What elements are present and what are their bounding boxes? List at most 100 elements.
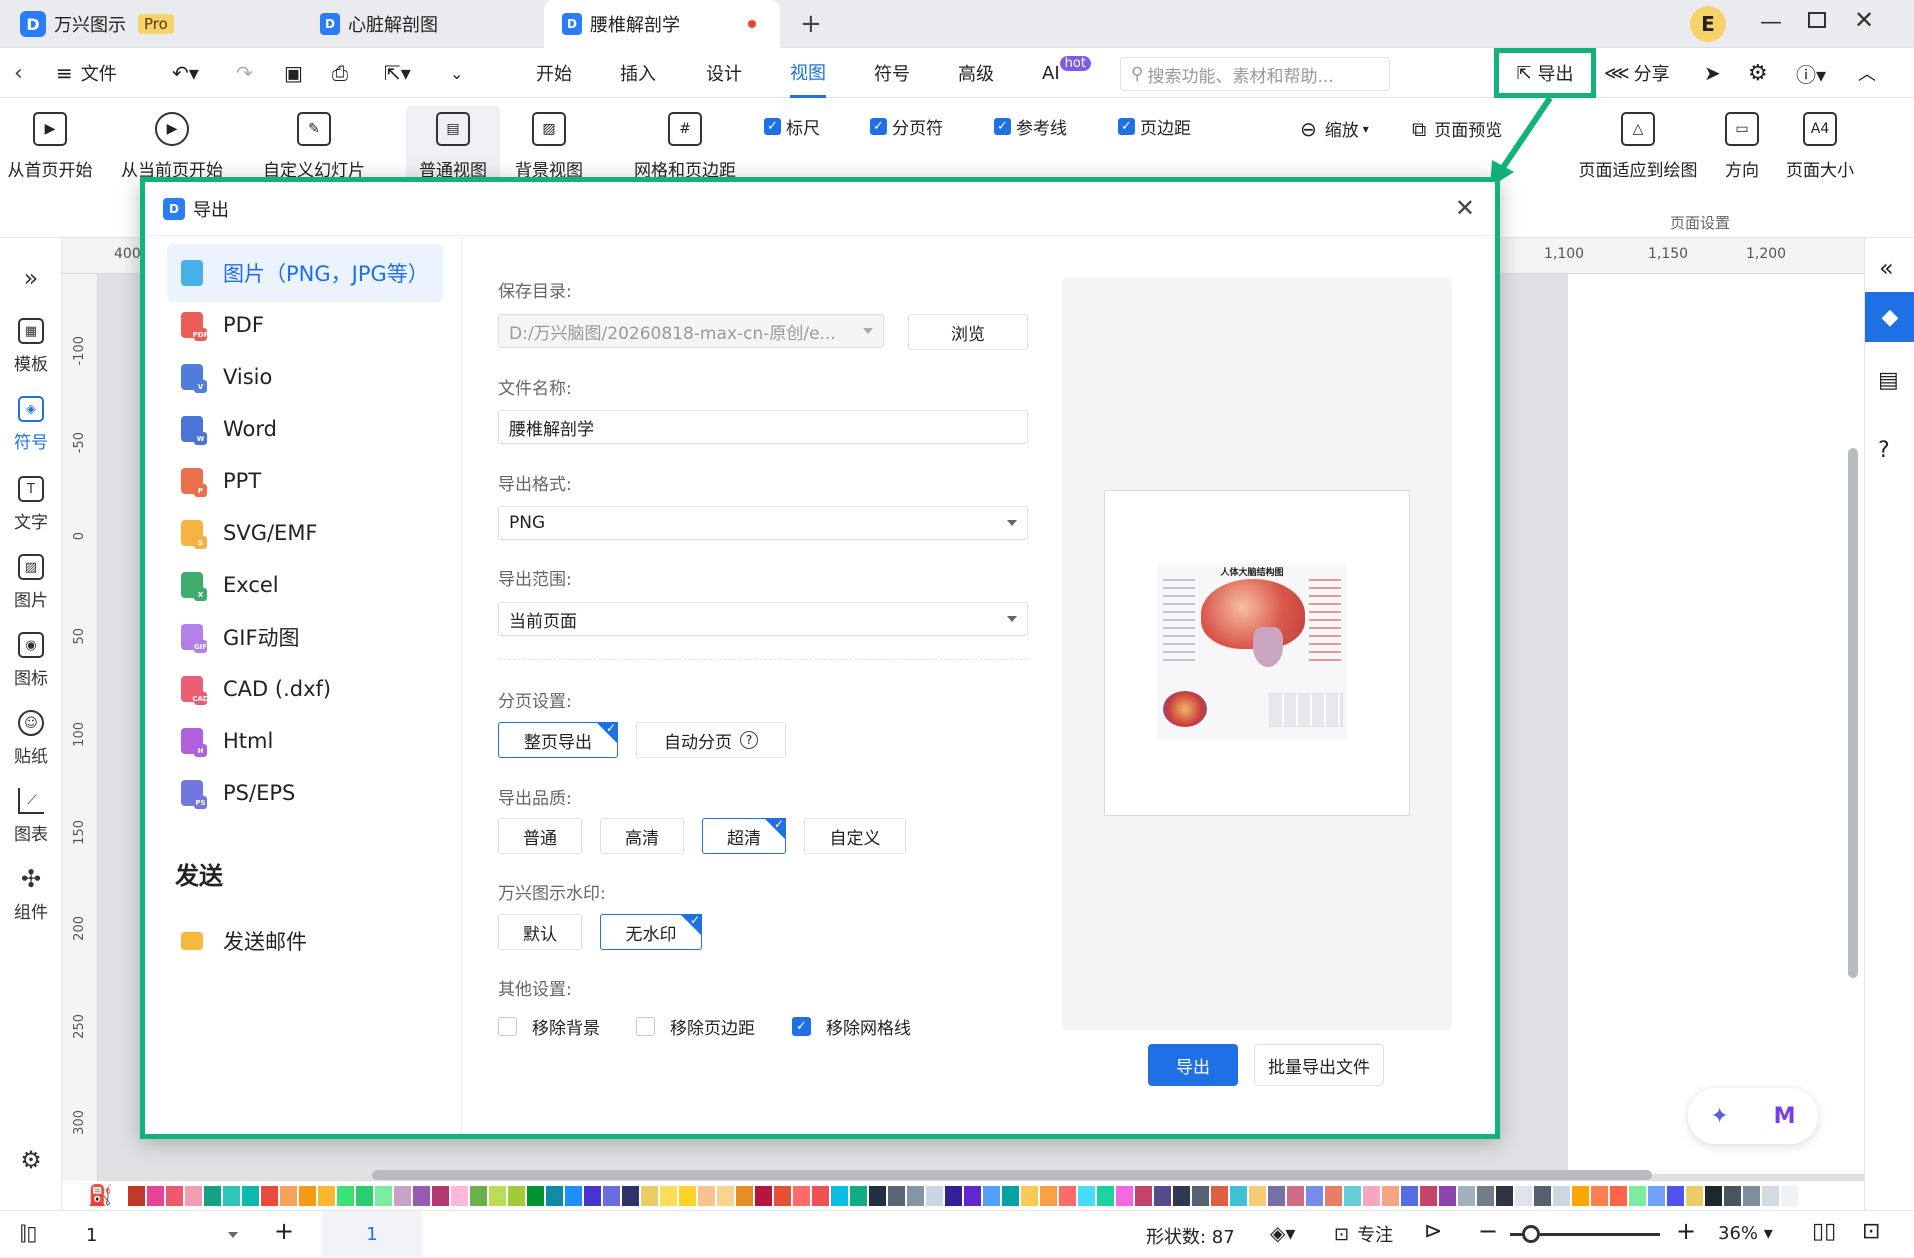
watermark-none[interactable]: 无水印 ✓ <box>600 913 702 950</box>
color-swatch[interactable] <box>1040 1186 1057 1206</box>
guides-checkbox[interactable]: ✓ 参考线 <box>994 114 1067 139</box>
color-swatch[interactable] <box>755 1186 772 1206</box>
ai-logo-icon[interactable]: M <box>1774 1104 1796 1129</box>
color-swatch[interactable] <box>1534 1186 1551 1206</box>
avatar[interactable]: E <box>1690 6 1726 42</box>
custom-slideshow-button[interactable]: ✎ 自定义幻灯片 <box>258 112 370 181</box>
color-swatch[interactable] <box>1268 1186 1285 1206</box>
color-swatch[interactable] <box>261 1186 278 1206</box>
color-swatch[interactable] <box>1078 1186 1095 1206</box>
color-swatch[interactable] <box>869 1186 886 1206</box>
color-swatch[interactable] <box>1629 1186 1646 1206</box>
format-item-word[interactable]: W Word <box>167 400 443 458</box>
page-break-checkbox[interactable]: ✓ 分页符 <box>870 114 943 139</box>
page-select[interactable]: 1 <box>76 1219 246 1251</box>
browse-button[interactable]: 浏览 <box>908 314 1028 350</box>
color-swatch[interactable] <box>1325 1186 1342 1206</box>
color-swatch[interactable] <box>375 1186 392 1206</box>
sidebar-item-symbols[interactable]: ◈ 符号 <box>0 396 62 453</box>
color-swatch[interactable] <box>546 1186 563 1206</box>
filename-input[interactable] <box>498 410 1028 444</box>
color-swatch[interactable] <box>1458 1186 1475 1206</box>
fit-screen-icon[interactable]: ⊡ <box>1862 1219 1880 1244</box>
tab-heart[interactable]: D 心脏解剖图 <box>306 0 536 48</box>
zoom-in-icon[interactable]: + <box>1676 1217 1696 1245</box>
format-item-ppt[interactable]: P PPT <box>167 452 443 510</box>
sidebar-item-charts[interactable]: ⟋ 图表 <box>0 788 62 845</box>
remove-margin-checkbox[interactable]: 移除页边距 <box>636 1014 755 1039</box>
color-swatch[interactable] <box>1420 1186 1437 1206</box>
play-circle-icon[interactable]: ⊳ <box>1424 1219 1442 1244</box>
remove-grid-checkbox[interactable]: ✓ 移除网格线 <box>792 1014 911 1039</box>
range-select[interactable]: 当前页面 <box>498 602 1028 636</box>
color-swatch[interactable] <box>356 1186 373 1206</box>
color-swatch[interactable] <box>774 1186 791 1206</box>
color-swatch[interactable] <box>1477 1186 1494 1206</box>
menu-ai[interactable]: AI hot <box>1042 48 1091 98</box>
color-swatch[interactable] <box>128 1186 145 1206</box>
color-swatch[interactable] <box>166 1186 183 1206</box>
format-item-html[interactable]: H Html <box>167 712 443 770</box>
color-swatch[interactable] <box>1648 1186 1665 1206</box>
color-swatch[interactable] <box>850 1186 867 1206</box>
menu-design[interactable]: 设计 <box>706 48 742 98</box>
color-swatch[interactable] <box>394 1186 411 1206</box>
ai-assistant-pill[interactable]: ✦ M <box>1688 1088 1818 1144</box>
color-swatch[interactable] <box>641 1186 658 1206</box>
remove-background-checkbox[interactable]: 移除背景 <box>498 1014 600 1039</box>
sidebar-item-components[interactable]: ✣ 组件 <box>0 865 62 923</box>
color-swatch[interactable] <box>679 1186 696 1206</box>
page-layout-icon[interactable]: ⫿▯ <box>20 1221 37 1245</box>
save-icon[interactable]: ▣ <box>284 48 303 98</box>
paging-whole-page[interactable]: 整页导出 ✓ <box>498 721 618 758</box>
color-swatch[interactable] <box>964 1186 981 1206</box>
color-swatch[interactable] <box>1097 1186 1114 1206</box>
format-item-visio[interactable]: V Visio <box>167 348 443 406</box>
start-from-current-button[interactable]: ▶ 从当前页开始 <box>116 112 228 181</box>
collapse-ribbon-icon[interactable]: ︿ <box>1858 48 1876 98</box>
page-margin-checkbox[interactable]: ✓ 页边距 <box>1118 114 1191 139</box>
color-swatch[interactable] <box>1059 1186 1076 1206</box>
horizontal-scrollbar[interactable] <box>372 1170 1652 1180</box>
book-icon[interactable]: ▯▯ <box>1812 1219 1836 1244</box>
search-input[interactable]: ⚲ 搜索功能、素材和帮助... <box>1120 57 1390 91</box>
zoom-level-dropdown[interactable]: 36% ▾ <box>1718 1223 1773 1244</box>
color-swatch[interactable] <box>926 1186 943 1206</box>
color-swatch[interactable] <box>1002 1186 1019 1206</box>
color-swatch[interactable] <box>1135 1186 1152 1206</box>
menu-start[interactable]: 开始 <box>536 48 572 98</box>
color-swatch[interactable] <box>1401 1186 1418 1206</box>
color-swatch[interactable] <box>204 1186 221 1206</box>
color-swatch[interactable] <box>1344 1186 1361 1206</box>
color-swatch[interactable] <box>1363 1186 1380 1206</box>
color-swatch[interactable] <box>1439 1186 1456 1206</box>
format-item-excel[interactable]: X Excel <box>167 556 443 614</box>
menu-advanced[interactable]: 高级 <box>958 48 994 98</box>
color-swatch[interactable] <box>413 1186 430 1206</box>
color-swatch[interactable] <box>1572 1186 1589 1206</box>
color-swatch[interactable] <box>1743 1186 1760 1206</box>
file-menu[interactable]: ≡ 文件 <box>56 48 117 98</box>
focus-mode-button[interactable]: ⊡ 专注 <box>1334 1221 1393 1247</box>
color-swatch[interactable] <box>223 1186 240 1206</box>
color-swatch[interactable] <box>793 1186 810 1206</box>
color-swatch[interactable] <box>1724 1186 1741 1206</box>
color-swatch[interactable] <box>280 1186 297 1206</box>
save-dir-select[interactable]: D:/万兴脑图/20260818-max-cn-原创/e... <box>498 314 884 348</box>
format-item-image[interactable]: 图片（PNG，JPG等） <box>167 244 443 302</box>
color-swatch[interactable] <box>1382 1186 1399 1206</box>
color-swatch[interactable] <box>1306 1186 1323 1206</box>
color-swatch[interactable] <box>1515 1186 1532 1206</box>
color-swatch[interactable] <box>299 1186 316 1206</box>
color-swatch[interactable] <box>1553 1186 1570 1206</box>
expand-sidebar-icon[interactable]: » <box>0 264 62 292</box>
close-icon[interactable]: ✕ <box>1455 194 1475 222</box>
sidebar-item-templates[interactable]: ▦ 模板 <box>0 318 62 375</box>
send-icon[interactable]: ➤ <box>1704 48 1721 98</box>
color-swatch[interactable] <box>1116 1186 1133 1206</box>
sidebar-settings-icon[interactable]: ⚙ <box>0 1146 62 1174</box>
share-button[interactable]: ⋘ 分享 <box>1604 48 1670 98</box>
start-from-first-button[interactable]: ▶ 从首页开始 <box>4 112 96 181</box>
new-tab-button[interactable]: + <box>800 0 822 48</box>
undo-icon[interactable]: ↶▾ <box>172 48 199 98</box>
